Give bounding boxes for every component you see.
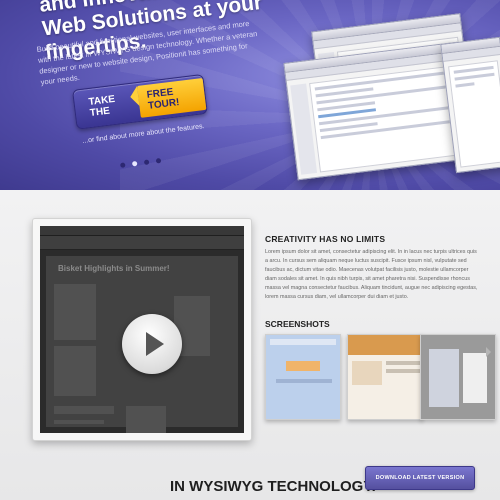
- creativity-body: Lorem ipsum dolor sit amet, consectetur …: [265, 249, 478, 300]
- slide-dot-4[interactable]: [155, 158, 162, 164]
- play-icon[interactable]: [122, 314, 182, 374]
- slide-dot-1[interactable]: [120, 162, 126, 168]
- slide-dot-2[interactable]: [131, 160, 138, 167]
- bottom-section-title: IN WYSIWYG TECHNOLOGY.: [170, 478, 376, 495]
- cta-badge-label: FREE TOUR!: [136, 78, 207, 118]
- chevron-right-icon[interactable]: [486, 347, 491, 357]
- video-player-frame: Bisket Highlights in Summer!: [32, 218, 252, 441]
- screenshot-thumbnail-2[interactable]: [347, 334, 423, 420]
- video-player[interactable]: Bisket Highlights in Summer!: [40, 226, 244, 433]
- slide-dot-3[interactable]: [143, 159, 150, 166]
- screenshots-gallery: [265, 334, 496, 424]
- download-latest-version-button[interactable]: DOWNLOAD LATEST VERSION: [365, 466, 475, 490]
- screenshots-heading: SCREENSHOTS: [265, 319, 330, 329]
- cta-prefix-label: TAKE THE: [87, 93, 116, 119]
- hero-banner: and Innovative Web Solutions at your fin…: [0, 0, 500, 190]
- creativity-heading: CREATIVITY HAS NO LIMITS: [265, 234, 386, 244]
- screenshot-thumbnail-3[interactable]: [420, 334, 496, 420]
- screenshot-thumbnail-1[interactable]: [265, 334, 341, 420]
